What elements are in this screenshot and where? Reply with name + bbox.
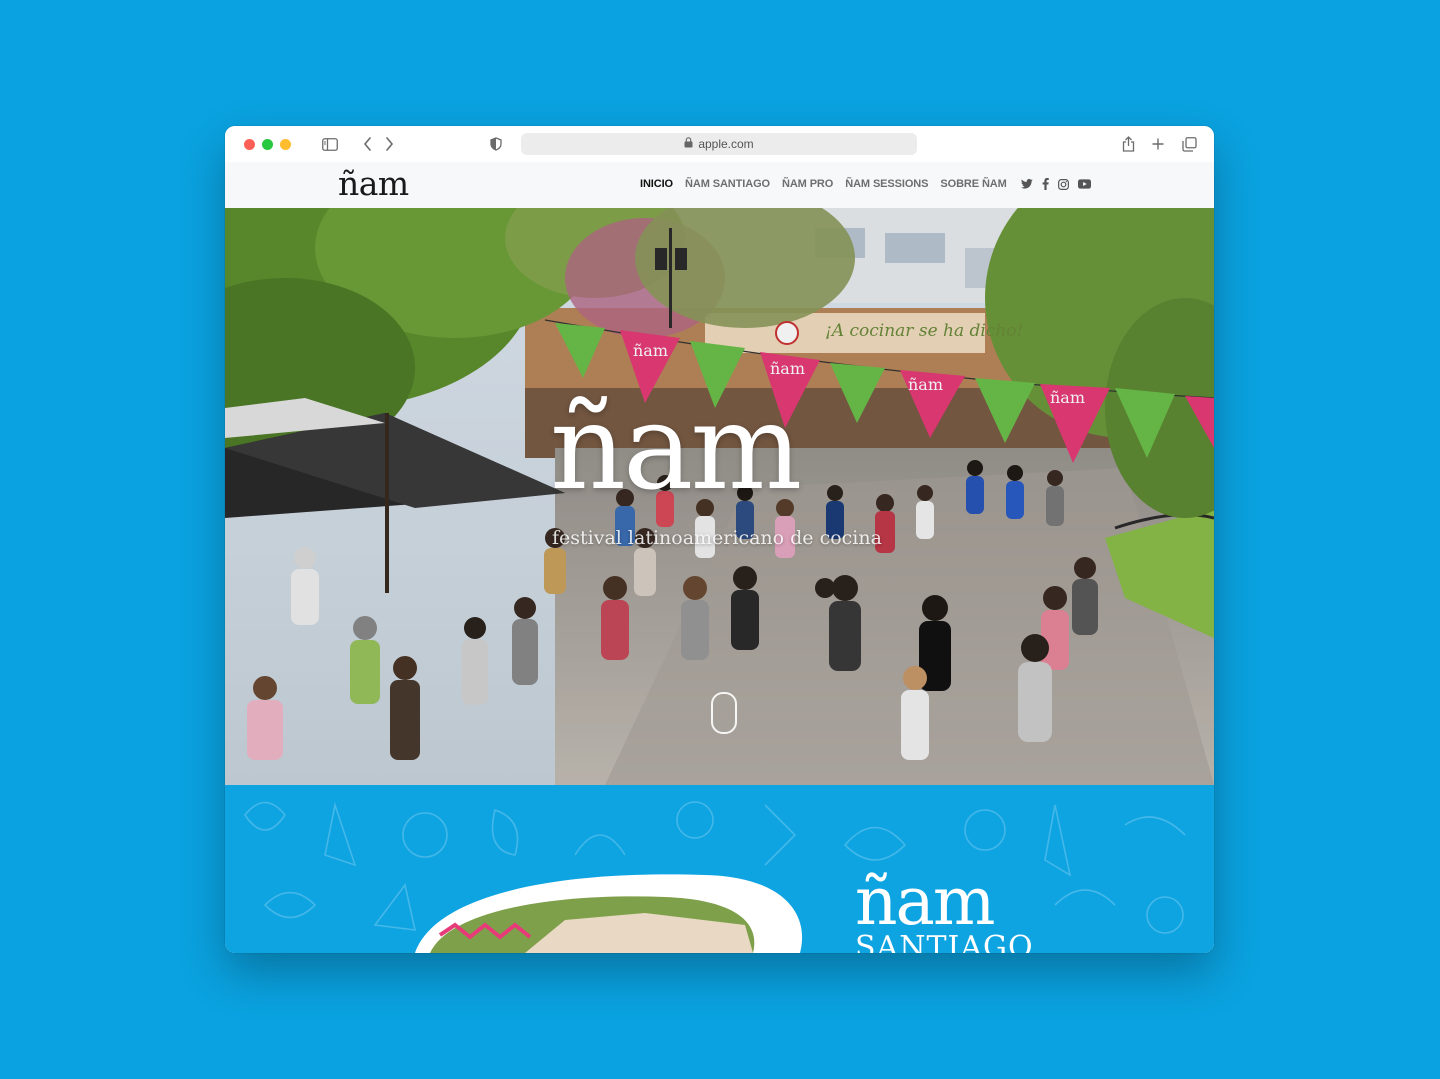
tabs-overview-icon[interactable] [1182, 135, 1197, 153]
youtube-icon[interactable] [1077, 179, 1091, 189]
doodle-pattern [244, 801, 1186, 953]
browser-toolbar: apple.com [225, 126, 1214, 163]
lock-icon [684, 137, 693, 151]
minimize-window-button[interactable] [280, 139, 291, 150]
shield-icon[interactable] [490, 135, 502, 153]
instagram-icon[interactable] [1057, 178, 1069, 190]
hero-image: ñam ñam ñam ñam ¡A cocinar se ha dicho! … [225, 208, 1214, 785]
hero-subtitle: festival latinoamericano de cocina [552, 527, 882, 549]
new-tab-icon[interactable] [1152, 135, 1164, 153]
browser-window: apple.com ñam INICIO ÑAM SANTIAGO ÑAM PR… [225, 126, 1214, 953]
social-links [1020, 178, 1091, 190]
site-header: ñam INICIO ÑAM SANTIAGO ÑAM PRO ÑAM SESS… [225, 162, 1214, 209]
twitter-icon[interactable] [1020, 179, 1033, 189]
forward-icon[interactable] [385, 135, 394, 153]
nav-item-sobre-nam[interactable]: SOBRE ÑAM [940, 178, 1006, 190]
url-bar[interactable]: apple.com [521, 133, 917, 155]
close-window-button[interactable] [244, 139, 255, 150]
sidebar-icon[interactable] [322, 135, 338, 153]
maximize-window-button[interactable] [262, 139, 273, 150]
site-logo[interactable]: ñam [338, 164, 409, 203]
nav-item-nam-sessions[interactable]: ÑAM SESSIONS [845, 178, 928, 190]
scroll-down-indicator[interactable] [711, 692, 737, 734]
hero-title: ñam [550, 378, 802, 516]
facebook-icon[interactable] [1042, 178, 1049, 190]
nav-item-inicio[interactable]: INICIO [640, 178, 673, 190]
nav-item-nam-santiago[interactable]: ÑAM SANTIAGO [685, 178, 770, 190]
santiago-section: ñam SANTIAGO [225, 785, 1214, 953]
share-icon[interactable] [1122, 135, 1135, 153]
section-title: ñam [855, 863, 995, 940]
nav-item-nam-pro[interactable]: ÑAM PRO [782, 178, 833, 190]
url-text: apple.com [698, 137, 754, 151]
main-nav: INICIO ÑAM SANTIAGO ÑAM PRO ÑAM SESSIONS… [640, 178, 1091, 190]
back-icon[interactable] [363, 135, 372, 153]
section-subtitle: SANTIAGO [855, 930, 1034, 954]
